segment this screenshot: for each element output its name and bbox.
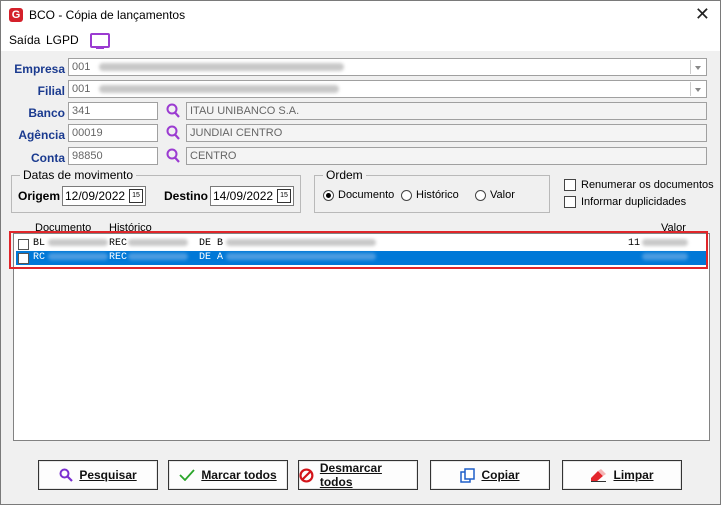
lgpd-monitor-icon[interactable] xyxy=(90,33,110,49)
title-bar: G BCO - Cópia de lançamentos ✕ xyxy=(1,1,720,31)
redacted-text xyxy=(48,238,108,246)
copiar-button[interactable]: Copiar xyxy=(430,460,550,490)
radio-historico[interactable]: Histórico xyxy=(401,189,459,201)
redacted-text xyxy=(226,238,376,246)
agencia-name-field: JUNDIAI CENTRO xyxy=(186,124,707,142)
destino-label: Destino xyxy=(164,189,209,203)
destino-date-value: 14/09/2022 xyxy=(213,189,274,203)
redacted-text xyxy=(642,252,688,260)
banco-label: Banco xyxy=(28,106,65,120)
redacted-text xyxy=(642,238,688,246)
filial-label: Filial xyxy=(37,84,65,98)
radio-valor[interactable]: Valor xyxy=(475,189,515,201)
empresa-name-redacted xyxy=(99,63,345,72)
marcar-todos-button[interactable]: Marcar todos xyxy=(168,460,288,490)
agencia-code-field[interactable]: 00019 xyxy=(68,124,158,142)
row-historico-detail: DE B xyxy=(199,238,224,249)
filial-code: 001 xyxy=(72,83,91,95)
main-window: G BCO - Cópia de lançamentos ✕ Saída LGP… xyxy=(0,0,721,505)
close-icon[interactable]: ✕ xyxy=(695,4,710,25)
banco-search-icon[interactable] xyxy=(162,102,184,120)
radio-valor-label: Valor xyxy=(490,189,515,201)
row-documento: RC xyxy=(33,252,46,263)
filial-combo[interactable]: 001 xyxy=(68,80,707,98)
empresa-label: Empresa xyxy=(14,62,65,76)
radio-icon xyxy=(401,189,412,201)
copy-icon xyxy=(460,467,476,483)
radio-historico-label: Histórico xyxy=(416,189,459,201)
duplicidades-checkbox[interactable]: Informar duplicidades xyxy=(564,196,686,208)
destino-date-field[interactable]: 14/09/2022 15 xyxy=(210,186,294,206)
radio-selected-icon xyxy=(323,189,334,201)
pesquisar-button[interactable]: Pesquisar xyxy=(38,460,158,490)
window-title: BCO - Cópia de lançamentos xyxy=(29,8,186,22)
renumerar-label: Renumerar os documentos xyxy=(581,179,714,191)
banco-name-field: ITAU UNIBANCO S.A. xyxy=(186,102,707,120)
marcar-todos-label: Marcar todos xyxy=(201,468,277,482)
agencia-search-icon[interactable] xyxy=(162,124,184,142)
copiar-label: Copiar xyxy=(481,468,520,482)
limpar-label: Limpar xyxy=(613,468,654,482)
renumerar-checkbox[interactable]: Renumerar os documentos xyxy=(564,179,714,191)
empresa-combo[interactable]: 001 xyxy=(68,58,707,76)
calendar-icon[interactable]: 15 xyxy=(277,189,291,203)
ordem-group-title: Ordem xyxy=(323,168,366,182)
row-documento: BL xyxy=(33,238,46,249)
radio-documento[interactable]: Documento xyxy=(323,189,394,201)
calendar-icon[interactable]: 15 xyxy=(129,189,143,203)
table-row-selected[interactable]: RC REC DE A xyxy=(16,251,707,265)
checkmark-icon xyxy=(179,469,195,481)
ordem-group: Ordem Documento Histórico Valor xyxy=(314,168,550,213)
row-historico: REC xyxy=(109,252,128,263)
desmarcar-todos-label: Desmarcar todos xyxy=(319,461,382,489)
origem-label: Origem xyxy=(18,189,61,203)
conta-name-field: CENTRO xyxy=(186,147,707,165)
datas-group: Datas de movimento Origem 12/09/2022 15 … xyxy=(11,168,301,213)
eraser-icon xyxy=(591,468,607,482)
checkbox-icon xyxy=(564,179,576,191)
origem-date-field[interactable]: 12/09/2022 15 xyxy=(62,186,146,206)
conta-code-field[interactable]: 98850 xyxy=(68,147,158,165)
pesquisar-label: Pesquisar xyxy=(79,468,137,482)
conta-label: Conta xyxy=(31,151,65,165)
redacted-text xyxy=(48,252,108,260)
lancamentos-grid[interactable]: BL REC DE B 11 RC REC DE A xyxy=(13,233,710,441)
radio-icon xyxy=(475,189,486,201)
banco-code-field[interactable]: 341 xyxy=(68,102,158,120)
agencia-label: Agência xyxy=(18,128,65,142)
table-row[interactable]: BL REC DE B 11 xyxy=(16,237,707,251)
redacted-text xyxy=(226,252,376,260)
app-logo-icon: G xyxy=(9,8,23,22)
duplicidades-label: Informar duplicidades xyxy=(581,196,687,208)
row-checkbox[interactable] xyxy=(18,239,29,250)
row-checkbox[interactable] xyxy=(18,253,29,264)
search-icon xyxy=(59,468,74,482)
conta-search-icon[interactable] xyxy=(162,147,184,165)
filial-name-redacted xyxy=(99,85,340,94)
radio-documento-label: Documento xyxy=(338,189,395,201)
redacted-text xyxy=(128,252,188,260)
empresa-code: 001 xyxy=(72,61,91,73)
chevron-down-icon[interactable] xyxy=(690,60,705,74)
row-valor: 11 xyxy=(628,238,641,249)
datas-group-title: Datas de movimento xyxy=(20,168,137,182)
menu-saida[interactable]: Saída xyxy=(9,33,40,47)
checkbox-icon xyxy=(564,196,576,208)
row-historico-detail: DE A xyxy=(199,252,224,263)
limpar-button[interactable]: Limpar xyxy=(562,460,682,490)
redacted-text xyxy=(128,238,188,246)
prohibited-icon xyxy=(299,467,314,483)
origem-date-value: 12/09/2022 xyxy=(65,189,126,203)
menu-lgpd[interactable]: LGPD xyxy=(46,33,79,47)
row-historico: REC xyxy=(109,238,128,249)
desmarcar-todos-button[interactable]: Desmarcar todos xyxy=(298,460,418,490)
chevron-down-icon[interactable] xyxy=(690,82,705,96)
